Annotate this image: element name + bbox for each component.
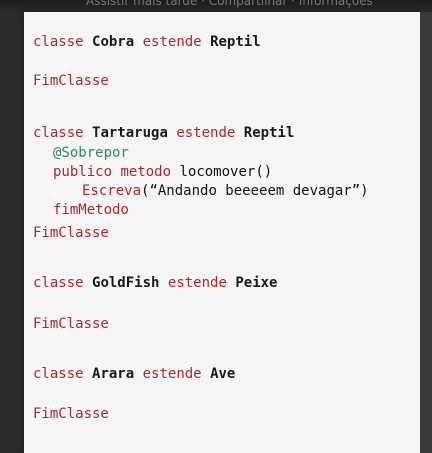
string-argument: (“Andando beeeeem devagar”) (141, 183, 369, 199)
class-name: Tartaruga (92, 125, 168, 141)
parent-class: Reptil (243, 125, 295, 141)
code-line-escreva: Escreva(“Andando beeeeem devagar”) (82, 182, 369, 200)
keyword: fimMetodo (53, 202, 129, 218)
keyword: estende (142, 366, 202, 382)
keyword: classe (33, 34, 84, 50)
code-line-end-goldfish: FimClasse (33, 315, 109, 333)
code-line-class-tartaruga: classe Tartaruga estende Reptil (33, 124, 294, 142)
keyword: FimClasse (33, 225, 109, 241)
method-signature: locomover() (179, 164, 273, 180)
keyword: estende (176, 125, 236, 141)
right-edge (420, 12, 432, 453)
keyword: FimClasse (33, 73, 109, 89)
keyword: FimClasse (33, 316, 109, 332)
video-overlay-bar: Assistir mais tarde · Compartilhar · Inf… (0, 0, 432, 12)
keyword: metodo (120, 164, 172, 180)
parent-class: Ave (210, 366, 236, 382)
keyword: FimClasse (33, 406, 109, 422)
code-line-end-cobra: FimClasse (33, 72, 109, 90)
keyword: estende (142, 34, 202, 50)
keyword: Escreva (82, 183, 142, 199)
code-line-end-tartaruga: FimClasse (33, 224, 109, 242)
keyword: classe (33, 125, 84, 141)
video-overlay-text: Assistir mais tarde · Compartilhar · Inf… (86, 0, 373, 8)
parent-class: Peixe (235, 275, 278, 291)
code-line-class-cobra: classe Cobra estende Reptil (33, 33, 261, 51)
code-line-method-signature: publico metodo locomover() (53, 163, 272, 181)
keyword: classe (33, 366, 84, 382)
code-line-class-goldfish: classe GoldFish estende Peixe (33, 274, 278, 292)
annotation: @Sobrepor (53, 145, 129, 161)
class-name: Arara (92, 366, 135, 382)
keyword: classe (33, 275, 84, 291)
code-line-end-arara: FimClasse (33, 405, 109, 423)
keyword: publico (53, 164, 113, 180)
code-line-annotation: @Sobrepor (53, 144, 129, 162)
code-line-class-arara: classe Arara estende Ave (33, 365, 235, 383)
class-name: GoldFish (92, 275, 160, 291)
class-name: Cobra (92, 34, 135, 50)
parent-class: Reptil (210, 34, 261, 50)
keyword: estende (167, 275, 227, 291)
code-line-fim-metodo: fimMetodo (53, 201, 129, 219)
